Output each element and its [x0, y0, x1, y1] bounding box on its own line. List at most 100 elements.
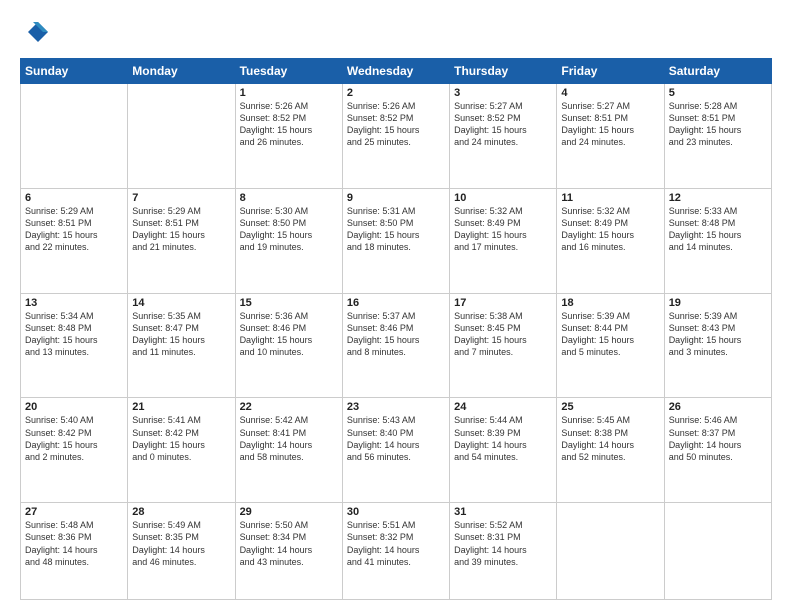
calendar-cell: 28Sunrise: 5:49 AM Sunset: 8:35 PM Dayli…	[128, 503, 235, 600]
day-info: Sunrise: 5:36 AM Sunset: 8:46 PM Dayligh…	[240, 310, 338, 359]
day-number: 18	[561, 297, 659, 309]
calendar-cell: 13Sunrise: 5:34 AM Sunset: 8:48 PM Dayli…	[21, 293, 128, 398]
day-info: Sunrise: 5:50 AM Sunset: 8:34 PM Dayligh…	[240, 519, 338, 568]
day-number: 19	[669, 297, 767, 309]
calendar-cell: 11Sunrise: 5:32 AM Sunset: 8:49 PM Dayli…	[557, 188, 664, 293]
day-number: 27	[25, 506, 123, 518]
calendar-cell: 5Sunrise: 5:28 AM Sunset: 8:51 PM Daylig…	[664, 84, 771, 189]
calendar-cell: 26Sunrise: 5:46 AM Sunset: 8:37 PM Dayli…	[664, 398, 771, 503]
calendar-cell: 25Sunrise: 5:45 AM Sunset: 8:38 PM Dayli…	[557, 398, 664, 503]
day-number: 1	[240, 87, 338, 99]
calendar-cell: 20Sunrise: 5:40 AM Sunset: 8:42 PM Dayli…	[21, 398, 128, 503]
calendar-cell: 19Sunrise: 5:39 AM Sunset: 8:43 PM Dayli…	[664, 293, 771, 398]
day-info: Sunrise: 5:27 AM Sunset: 8:51 PM Dayligh…	[561, 100, 659, 149]
weekday-header-wednesday: Wednesday	[342, 59, 449, 84]
day-number: 7	[132, 192, 230, 204]
day-number: 21	[132, 401, 230, 413]
calendar-cell: 4Sunrise: 5:27 AM Sunset: 8:51 PM Daylig…	[557, 84, 664, 189]
week-row-1: 1 Sunrise: 5:26 AM Sunset: 8:52 PM Daylig…	[21, 84, 772, 189]
day-number: 3	[454, 87, 552, 99]
day-info: Sunrise: 5:26 AM Sunset: 8:52 PM Dayligh…	[347, 100, 445, 149]
calendar-cell: 23Sunrise: 5:43 AM Sunset: 8:40 PM Dayli…	[342, 398, 449, 503]
day-info: Sunrise: 5:49 AM Sunset: 8:35 PM Dayligh…	[132, 519, 230, 568]
weekday-header-sunday: Sunday	[21, 59, 128, 84]
day-info: Sunrise: 5:29 AM Sunset: 8:51 PM Dayligh…	[132, 205, 230, 254]
calendar-cell: 1Sunrise: 5:26 AM Sunset: 8:52 PM Daylig…	[235, 84, 342, 189]
day-number: 26	[669, 401, 767, 413]
calendar-cell: 22Sunrise: 5:42 AM Sunset: 8:41 PM Dayli…	[235, 398, 342, 503]
calendar-cell	[664, 503, 771, 600]
calendar-cell: 30Sunrise: 5:51 AM Sunset: 8:32 PM Dayli…	[342, 503, 449, 600]
calendar-cell: 12Sunrise: 5:33 AM Sunset: 8:48 PM Dayli…	[664, 188, 771, 293]
header	[20, 18, 772, 48]
calendar-cell: 21Sunrise: 5:41 AM Sunset: 8:42 PM Dayli…	[128, 398, 235, 503]
calendar-cell: 9Sunrise: 5:31 AM Sunset: 8:50 PM Daylig…	[342, 188, 449, 293]
day-info: Sunrise: 5:27 AM Sunset: 8:52 PM Dayligh…	[454, 100, 552, 149]
weekday-header-monday: Monday	[128, 59, 235, 84]
day-number: 17	[454, 297, 552, 309]
weekday-header-thursday: Thursday	[450, 59, 557, 84]
day-info: Sunrise: 5:29 AM Sunset: 8:51 PM Dayligh…	[25, 205, 123, 254]
week-row-5: 27Sunrise: 5:48 AM Sunset: 8:36 PM Dayli…	[21, 503, 772, 600]
day-number: 16	[347, 297, 445, 309]
day-number: 13	[25, 297, 123, 309]
calendar-cell: 24Sunrise: 5:44 AM Sunset: 8:39 PM Dayli…	[450, 398, 557, 503]
day-number: 25	[561, 401, 659, 413]
day-number: 14	[132, 297, 230, 309]
day-info: Sunrise: 5:28 AM Sunset: 8:51 PM Dayligh…	[669, 100, 767, 149]
day-info: Sunrise: 5:38 AM Sunset: 8:45 PM Dayligh…	[454, 310, 552, 359]
calendar-cell: 14Sunrise: 5:35 AM Sunset: 8:47 PM Dayli…	[128, 293, 235, 398]
day-number: 24	[454, 401, 552, 413]
calendar-cell: 6Sunrise: 5:29 AM Sunset: 8:51 PM Daylig…	[21, 188, 128, 293]
day-number: 5	[669, 87, 767, 99]
calendar-cell: 15Sunrise: 5:36 AM Sunset: 8:46 PM Dayli…	[235, 293, 342, 398]
day-number: 31	[454, 506, 552, 518]
calendar-table: SundayMondayTuesdayWednesdayThursdayFrid…	[20, 58, 772, 600]
week-row-2: 6Sunrise: 5:29 AM Sunset: 8:51 PM Daylig…	[21, 188, 772, 293]
day-info: Sunrise: 5:48 AM Sunset: 8:36 PM Dayligh…	[25, 519, 123, 568]
week-row-3: 13Sunrise: 5:34 AM Sunset: 8:48 PM Dayli…	[21, 293, 772, 398]
day-info: Sunrise: 5:41 AM Sunset: 8:42 PM Dayligh…	[132, 414, 230, 463]
calendar-cell: 8Sunrise: 5:30 AM Sunset: 8:50 PM Daylig…	[235, 188, 342, 293]
calendar-cell: 2Sunrise: 5:26 AM Sunset: 8:52 PM Daylig…	[342, 84, 449, 189]
day-number: 9	[347, 192, 445, 204]
day-info: Sunrise: 5:46 AM Sunset: 8:37 PM Dayligh…	[669, 414, 767, 463]
day-number: 12	[669, 192, 767, 204]
day-info: Sunrise: 5:40 AM Sunset: 8:42 PM Dayligh…	[25, 414, 123, 463]
day-number: 28	[132, 506, 230, 518]
calendar-cell: 10Sunrise: 5:32 AM Sunset: 8:49 PM Dayli…	[450, 188, 557, 293]
day-info: Sunrise: 5:42 AM Sunset: 8:41 PM Dayligh…	[240, 414, 338, 463]
day-number: 23	[347, 401, 445, 413]
calendar-cell: 27Sunrise: 5:48 AM Sunset: 8:36 PM Dayli…	[21, 503, 128, 600]
weekday-header-row: SundayMondayTuesdayWednesdayThursdayFrid…	[21, 59, 772, 84]
day-number: 30	[347, 506, 445, 518]
calendar-cell	[128, 84, 235, 189]
day-info: Sunrise: 5:51 AM Sunset: 8:32 PM Dayligh…	[347, 519, 445, 568]
day-info: Sunrise: 5:32 AM Sunset: 8:49 PM Dayligh…	[454, 205, 552, 254]
calendar-cell: 17Sunrise: 5:38 AM Sunset: 8:45 PM Dayli…	[450, 293, 557, 398]
day-number: 8	[240, 192, 338, 204]
weekday-header-friday: Friday	[557, 59, 664, 84]
calendar-cell: 3Sunrise: 5:27 AM Sunset: 8:52 PM Daylig…	[450, 84, 557, 189]
weekday-header-tuesday: Tuesday	[235, 59, 342, 84]
day-number: 22	[240, 401, 338, 413]
calendar-cell: 18Sunrise: 5:39 AM Sunset: 8:44 PM Dayli…	[557, 293, 664, 398]
day-info: Sunrise: 5:43 AM Sunset: 8:40 PM Dayligh…	[347, 414, 445, 463]
weekday-header-saturday: Saturday	[664, 59, 771, 84]
day-info: Sunrise: 5:33 AM Sunset: 8:48 PM Dayligh…	[669, 205, 767, 254]
page: SundayMondayTuesdayWednesdayThursdayFrid…	[0, 0, 792, 612]
day-info: Sunrise: 5:39 AM Sunset: 8:44 PM Dayligh…	[561, 310, 659, 359]
logo-icon	[20, 18, 50, 48]
calendar-cell: 7Sunrise: 5:29 AM Sunset: 8:51 PM Daylig…	[128, 188, 235, 293]
day-number: 20	[25, 401, 123, 413]
day-number: 4	[561, 87, 659, 99]
day-info: Sunrise: 5:31 AM Sunset: 8:50 PM Dayligh…	[347, 205, 445, 254]
day-number: 6	[25, 192, 123, 204]
calendar-cell	[21, 84, 128, 189]
day-info: Sunrise: 5:39 AM Sunset: 8:43 PM Dayligh…	[669, 310, 767, 359]
day-info: Sunrise: 5:32 AM Sunset: 8:49 PM Dayligh…	[561, 205, 659, 254]
day-info: Sunrise: 5:44 AM Sunset: 8:39 PM Dayligh…	[454, 414, 552, 463]
calendar-cell	[557, 503, 664, 600]
week-row-4: 20Sunrise: 5:40 AM Sunset: 8:42 PM Dayli…	[21, 398, 772, 503]
day-number: 2	[347, 87, 445, 99]
